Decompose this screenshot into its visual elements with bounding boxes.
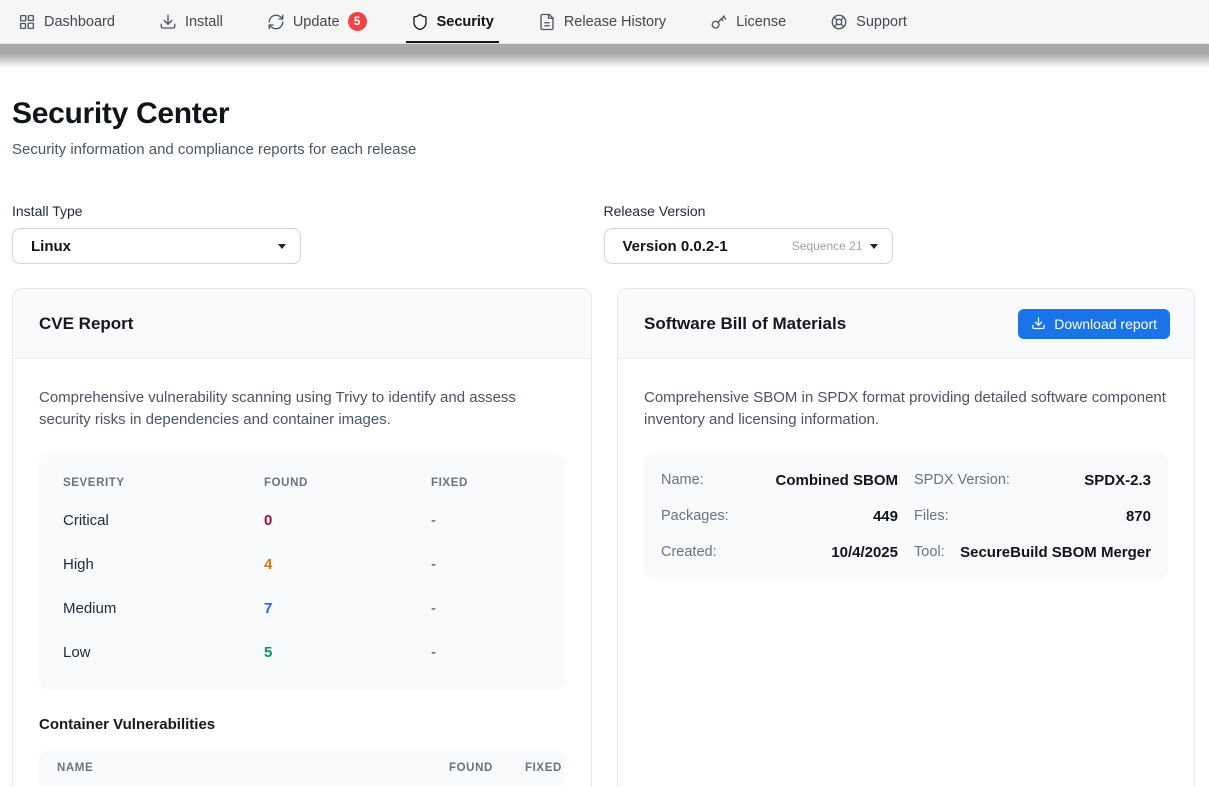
detail-value: SecureBuild SBOM Merger	[960, 544, 1151, 561]
column-header-name: NAME	[57, 762, 449, 774]
sbom-card-body: Comprehensive SBOM in SPDX format provid…	[618, 359, 1194, 579]
nav-item-update[interactable]: Update 5	[267, 0, 367, 43]
nav-item-label: Release History	[564, 14, 666, 30]
detail-value: 10/4/2025	[831, 544, 898, 561]
nav-item-label: Support	[856, 14, 907, 30]
page-subtitle: Security information and compliance repo…	[12, 141, 1195, 158]
container-table-header: NAME FOUND FIXED	[39, 751, 565, 785]
detail-label: Name:	[661, 472, 704, 488]
sbom-detail-files: Files: 870	[914, 498, 1151, 534]
header-shadow-band	[0, 44, 1209, 68]
severity-label: Low	[63, 644, 264, 661]
security-icon	[411, 13, 429, 31]
sbom-detail-spdx-version: SPDX Version: SPDX-2.3	[914, 462, 1151, 498]
cve-report-card: CVE Report Comprehensive vulnerability s…	[12, 288, 592, 787]
detail-value: Combined SBOM	[776, 472, 899, 489]
severity-label: Medium	[63, 600, 264, 617]
release-version-group: Release Version Version 0.0.2-1 Sequence…	[604, 203, 1171, 264]
sbom-description: Comprehensive SBOM in SPDX format provid…	[644, 387, 1168, 430]
nav-item-label: Update	[293, 14, 340, 30]
table-row-low: Low 5 -	[63, 630, 541, 674]
severity-label: Critical	[63, 512, 264, 529]
nav-item-label: Install	[185, 14, 223, 30]
update-icon	[267, 13, 285, 31]
sbom-detail-packages: Packages: 449	[661, 498, 898, 534]
detail-value: 449	[873, 508, 898, 525]
filters-row: Install Type Linux Release Version Versi…	[12, 203, 1195, 264]
chevron-down-icon	[278, 244, 286, 249]
install-icon	[159, 13, 177, 31]
column-header-fixed: FIXED	[525, 762, 562, 774]
container-vulnerabilities-title: Container Vulnerabilities	[39, 716, 565, 733]
severity-table: SEVERITY FOUND FIXED Critical 0 - High 4…	[39, 453, 565, 690]
sbom-card: Software Bill of Materials Download repo…	[617, 288, 1195, 787]
fixed-count: -	[431, 600, 541, 617]
nav-item-support[interactable]: Support	[830, 0, 907, 43]
fixed-count: -	[431, 556, 541, 573]
column-header-severity: SEVERITY	[63, 477, 264, 489]
dashboard-icon	[18, 13, 36, 31]
sbom-card-header: Software Bill of Materials Download repo…	[618, 289, 1194, 359]
chevron-down-icon	[870, 244, 878, 249]
nav-item-dashboard[interactable]: Dashboard	[18, 0, 115, 43]
severity-table-header: SEVERITY FOUND FIXED	[63, 468, 541, 498]
download-report-button[interactable]: Download report	[1018, 309, 1170, 339]
download-report-label: Download report	[1054, 316, 1157, 332]
detail-label: Files:	[914, 508, 949, 524]
cve-card-header: CVE Report	[13, 289, 591, 359]
found-count: 0	[264, 512, 431, 529]
detail-value: 870	[1126, 508, 1151, 525]
detail-label: Created:	[661, 544, 717, 560]
fixed-count: -	[431, 644, 541, 661]
found-count: 4	[264, 556, 431, 573]
found-count: 5	[264, 644, 431, 661]
table-row-high: High 4 -	[63, 542, 541, 586]
nav-item-install[interactable]: Install	[159, 0, 223, 43]
release-version-select[interactable]: Version 0.0.2-1 Sequence 21	[604, 228, 893, 264]
update-count-badge: 5	[348, 12, 367, 31]
detail-label: SPDX Version:	[914, 472, 1010, 488]
install-type-value: Linux	[31, 238, 71, 255]
cve-card-title: CVE Report	[39, 314, 133, 334]
fixed-count: -	[431, 512, 541, 529]
install-type-label: Install Type	[12, 203, 579, 219]
table-row-medium: Medium 7 -	[63, 586, 541, 630]
security-center-page: Security Center Security information and…	[0, 98, 1209, 787]
severity-label: High	[63, 556, 264, 573]
sbom-detail-tool: Tool: SecureBuild SBOM Merger	[914, 534, 1151, 570]
sbom-detail-created: Created: 10/4/2025	[661, 534, 898, 570]
cve-description: Comprehensive vulnerability scanning usi…	[39, 387, 565, 430]
sbom-card-title: Software Bill of Materials	[644, 314, 846, 334]
sbom-details-grid: Name: Combined SBOM SPDX Version: SPDX-2…	[644, 453, 1168, 579]
column-header-found: FOUND	[264, 477, 431, 489]
nav-item-label: Security	[437, 14, 494, 30]
install-type-select[interactable]: Linux	[12, 228, 301, 264]
release-history-icon	[538, 13, 556, 31]
found-count: 7	[264, 600, 431, 617]
support-icon	[830, 13, 848, 31]
license-icon	[710, 13, 728, 31]
nav-item-release-history[interactable]: Release History	[538, 0, 666, 43]
release-sequence-badge: Sequence 21	[792, 239, 863, 253]
download-icon	[1031, 316, 1046, 331]
detail-value: SPDX-2.3	[1084, 472, 1151, 489]
release-version-value: Version 0.0.2-1	[623, 238, 728, 255]
nav-item-security[interactable]: Security	[411, 0, 494, 43]
install-type-group: Install Type Linux	[12, 203, 579, 264]
nav-item-license[interactable]: License	[710, 0, 786, 43]
column-header-fixed: FIXED	[431, 477, 541, 489]
page-title: Security Center	[12, 98, 1195, 130]
sbom-detail-name: Name: Combined SBOM	[661, 462, 898, 498]
detail-label: Packages:	[661, 508, 729, 524]
detail-label: Tool:	[914, 544, 945, 560]
nav-item-label: License	[736, 14, 786, 30]
release-version-label: Release Version	[604, 203, 1171, 219]
nav-item-label: Dashboard	[44, 14, 115, 30]
top-nav: Dashboard Install Update 5 Security Rele…	[0, 0, 1209, 44]
table-row-critical: Critical 0 -	[63, 498, 541, 542]
report-cards: CVE Report Comprehensive vulnerability s…	[12, 288, 1195, 787]
cve-card-body: Comprehensive vulnerability scanning usi…	[13, 359, 591, 785]
column-header-found: FOUND	[449, 762, 525, 774]
